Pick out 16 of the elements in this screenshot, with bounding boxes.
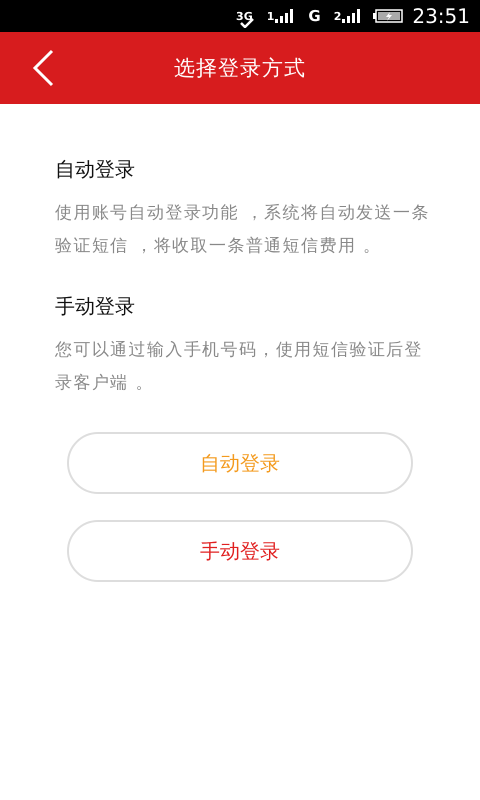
page-title: 选择登录方式 bbox=[174, 55, 306, 82]
section-description: 您可以通过输入手机号码，使用短信验证后登录客户端 。 bbox=[55, 339, 424, 395]
sim-label: 2 bbox=[334, 10, 342, 22]
login-button[interactable]: 手动登录 bbox=[67, 520, 413, 582]
back-button[interactable] bbox=[32, 49, 54, 87]
section-title: 手动登录 bbox=[55, 293, 136, 320]
sim-label: 1 bbox=[266, 10, 274, 22]
back-icon bbox=[32, 49, 54, 87]
battery-charging-icon bbox=[373, 9, 404, 23]
signal-icon bbox=[275, 9, 294, 23]
section-description: 使用账号自动登录功能 ，系统将自动发送一条验证短信 ，将收取一条普通短信费用 。 bbox=[55, 202, 430, 258]
signal-icon bbox=[342, 9, 360, 23]
network-type-label: G bbox=[308, 7, 321, 25]
section-title: 自动登录 bbox=[55, 156, 136, 183]
network-indicator: 3G bbox=[236, 10, 253, 22]
clock: 23:51 bbox=[412, 4, 470, 28]
